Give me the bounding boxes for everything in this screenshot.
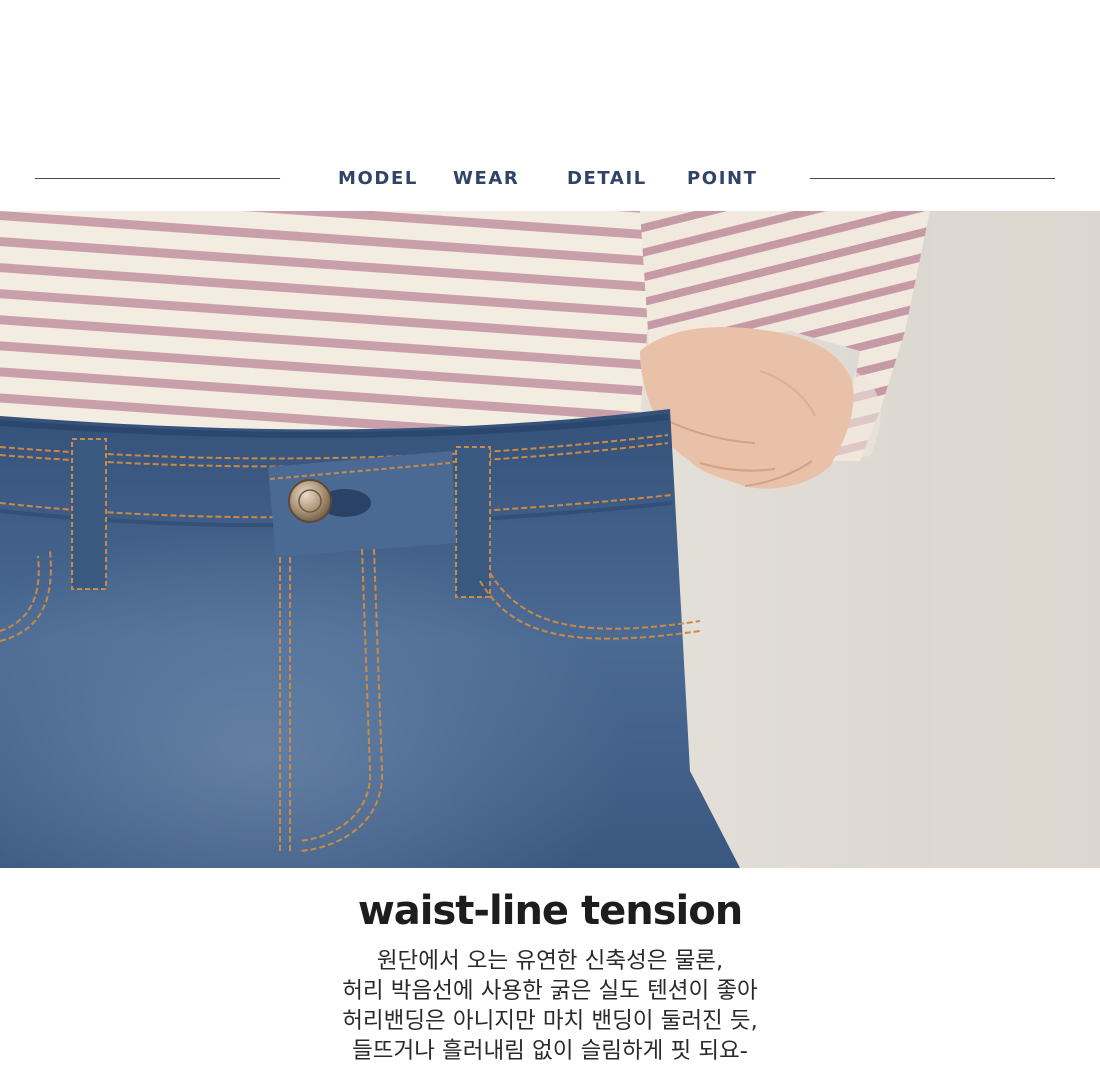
description-line: 허리밴딩은 아니지만 마치 밴딩이 둘러진 듯, bbox=[342, 1008, 758, 1034]
nav-item-point[interactable]: POINT bbox=[687, 168, 758, 189]
belt-loop-left bbox=[71, 438, 107, 590]
product-description: 원단에서 오는 유연한 신축성은 물론, 허리 박음선에 사용한 굵은 실도 텐… bbox=[0, 946, 1100, 1066]
belt-loop-right bbox=[455, 446, 491, 598]
section-headline: waist-line tension bbox=[357, 888, 743, 934]
nav-divider-right bbox=[810, 178, 1055, 179]
description-line: 원단에서 오는 유연한 신축성은 물론, bbox=[376, 948, 724, 974]
product-photo-illustration bbox=[0, 211, 1100, 868]
section-nav: MODEL WEAR DETAIL POINT bbox=[0, 160, 1100, 198]
description-line: 들뜨거나 흘러내림 없이 슬림하게 핏 되요- bbox=[352, 1038, 748, 1064]
jeans-button bbox=[288, 479, 332, 523]
striped-top-body bbox=[0, 211, 660, 451]
nav-item-model[interactable]: MODEL bbox=[338, 168, 418, 189]
nav-item-detail[interactable]: DETAIL bbox=[567, 168, 647, 189]
nav-item-wear[interactable]: WEAR bbox=[453, 168, 519, 189]
product-detail-photo bbox=[0, 211, 1100, 868]
description-line: 허리 박음선에 사용한 굵은 실도 텐션이 좋아 bbox=[342, 978, 758, 1004]
nav-divider-left bbox=[35, 178, 280, 179]
